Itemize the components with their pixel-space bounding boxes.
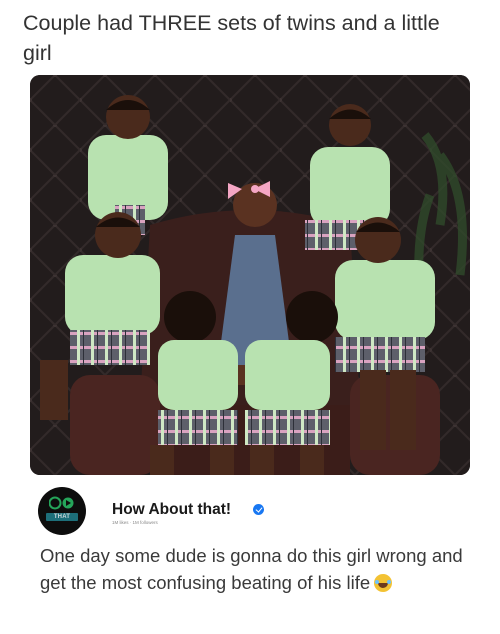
verified-badge-icon [253,504,264,515]
page-name-link[interactable]: How About that! [112,501,231,519]
twins-photo-illustration [30,75,470,475]
film-reel-icon [49,496,74,510]
caption-text: One day some dude is gonna do this girl … [40,545,463,593]
page-stats: 1M likes · 1M followers [112,520,158,525]
post-photo[interactable] [30,75,470,475]
post-caption: One day some dude is gonna do this girl … [40,542,480,596]
post-headline: Couple had THREE sets of twins and a lit… [23,11,440,65]
logo-text: THAT [53,514,71,520]
page-logo-avatar[interactable]: THAT [38,487,86,535]
post-author-header: THAT How About that! 1M likes · 1M follo… [38,487,458,535]
laughing-crying-emoji-icon [374,574,393,592]
